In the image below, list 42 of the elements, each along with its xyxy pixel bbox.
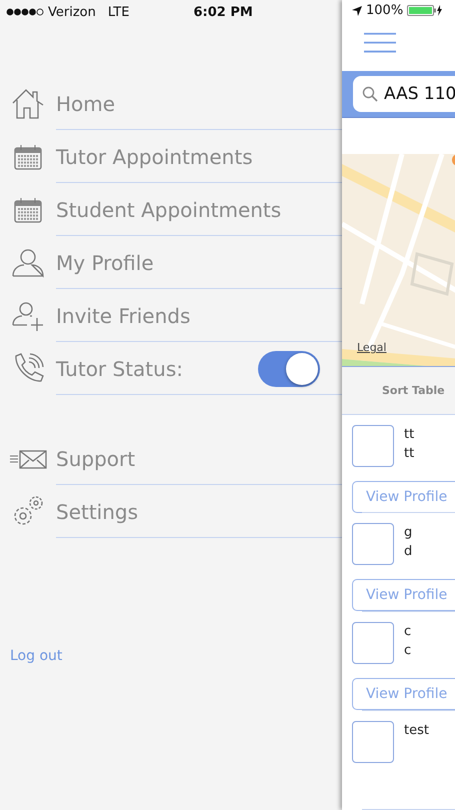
person-add-icon	[11, 300, 45, 330]
location-icon	[352, 6, 362, 16]
menu-label: Tutor Status:	[56, 356, 184, 380]
menu-icon[interactable]	[362, 32, 398, 54]
home-icon	[11, 88, 45, 120]
calendar-icon	[14, 144, 42, 170]
signal-icon	[6, 8, 44, 16]
result-subtitle: tt	[404, 446, 414, 460]
result-name: g	[404, 525, 412, 540]
menu-item[interactable]: Settings	[56, 500, 342, 524]
avatar-placeholder	[352, 523, 394, 566]
result-name: test	[404, 723, 429, 738]
result-subtitle: d	[404, 544, 412, 560]
status-toggle[interactable]	[258, 350, 320, 386]
result-name: tt	[404, 426, 414, 442]
menu-item[interactable]: Support	[56, 446, 342, 470]
avatar-placeholder	[352, 622, 394, 664]
battery-icon	[407, 5, 444, 16]
calendar-icon	[14, 196, 42, 222]
menu-item[interactable]: Invite Friends	[56, 304, 342, 328]
network-type: LTE	[108, 4, 130, 20]
avatar-placeholder	[352, 424, 394, 466]
logout-link[interactable]: Log out	[10, 648, 62, 664]
result-name: c	[404, 624, 412, 640]
battery-percent: 100%	[366, 3, 404, 18]
carrier-name: Verizon	[48, 4, 96, 20]
result-subtitle: c	[404, 643, 412, 658]
search-icon	[362, 86, 378, 102]
search-field[interactable]: AAS 110	[353, 76, 455, 112]
avatar-placeholder	[352, 721, 394, 764]
view-profile-button[interactable]: View Profile	[352, 480, 455, 512]
clock-time: 6:02 PM	[193, 4, 253, 20]
menu-item[interactable]: Student Appointments	[56, 198, 342, 222]
mail-icon	[9, 448, 47, 468]
menu-item[interactable]: Home	[56, 92, 342, 116]
menu-item[interactable]: My Profile	[56, 250, 342, 274]
view-profile-button[interactable]: View Profile	[352, 678, 455, 710]
legal-link[interactable]: Legal	[357, 341, 386, 354]
view-profile-button[interactable]: View Profile	[352, 579, 455, 612]
person-icon	[11, 248, 45, 278]
sort-header[interactable]: Sort Table	[342, 367, 455, 414]
menu-item[interactable]: Tutor Appointments	[56, 144, 342, 168]
